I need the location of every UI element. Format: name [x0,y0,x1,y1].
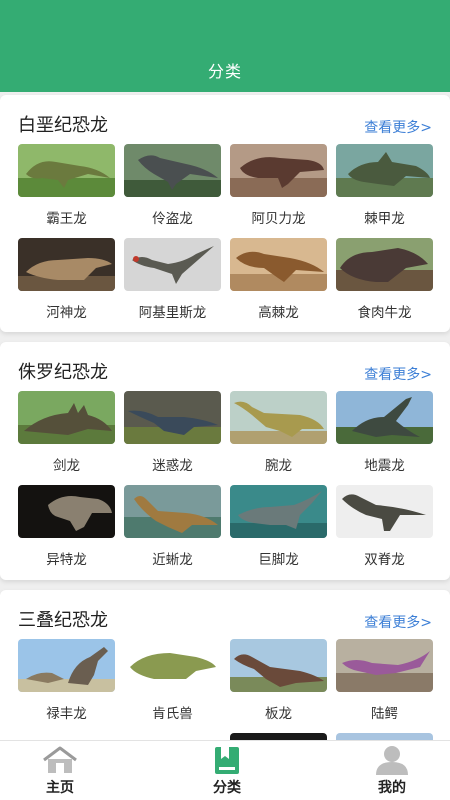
dinosaur-name: 近蜥龙 [152,552,193,568]
dinosaur-card[interactable]: 异特龙 [18,485,115,568]
section-triassic: 三叠纪恐龙 查看更多> 禄丰龙 肯氏兽 板龙 陆鳄 [0,590,450,740]
page-title: 分类 [207,62,242,81]
dinosaur-name: 腕龙 [265,458,292,474]
dinosaur-name: 霸王龙 [46,211,87,227]
dinosaur-name: 肯氏兽 [152,706,193,722]
dinosaur-card[interactable]: 高棘龙 [230,238,327,321]
dinosaur-card[interactable]: 阿基里斯龙 [124,238,221,321]
section-cretaceous: 白垩纪恐龙 查看更多> 霸王龙 伶盗龙 阿贝力龙 棘甲龙 河神龙 阿基里斯龙 高… [0,95,450,332]
tyrannosaurus-photo [18,144,115,197]
dinosaur-card[interactable]: 腕龙 [230,391,327,474]
dinosaur-card[interactable]: 伶盗龙 [124,144,221,227]
stegosaurus-photo [18,391,115,444]
dinosaur-name: 剑龙 [53,458,80,474]
dinosaur-card[interactable]: 迷惑龙 [124,391,221,474]
dinosaur-name: 巨脚龙 [258,552,299,568]
view-more-link[interactable]: 查看更多> [364,117,432,137]
dinosaur-card[interactable]: 近蜥龙 [124,485,221,568]
dinosaur-card[interactable]: 剑龙 [18,391,115,474]
anchisaurus-photo [124,485,221,538]
dinosaur-name: 阿基里斯龙 [138,305,207,321]
dinosaur-thumbnail [230,733,327,740]
user-icon [376,746,408,775]
header-bar: 分类 [0,0,450,92]
apatosaurus-photo [124,391,221,444]
dinosaur-name: 食肉牛龙 [357,305,412,321]
tab-label: 主页 [46,780,74,796]
lufengosaurus-photo [18,639,115,692]
dinosaur-name: 禄丰龙 [46,706,87,722]
carnotaurus-photo [336,238,433,291]
dinosaur-card[interactable]: 霸王龙 [18,144,115,227]
tab-label: 我的 [378,780,406,796]
dinosaur-card[interactable]: 河神龙 [18,238,115,321]
view-more-link[interactable]: 查看更多> [364,364,432,384]
dinosaur-card[interactable]: 巨脚龙 [230,485,327,568]
dinosaur-card[interactable]: 陆鳄 [336,639,433,722]
dilophosaurus-photo [336,485,433,538]
seismosaurus-photo [336,391,433,444]
home-icon [43,746,77,773]
acrocanthosaurus-photo [230,238,327,291]
dinosaur-card[interactable]: 板龙 [230,639,327,722]
section-title: 白垩纪恐龙 [18,115,108,136]
dinosaur-name: 高棘龙 [258,305,299,321]
book-icon [215,747,239,774]
acanthopholis-photo [336,144,433,197]
abelisaurus-photo [230,144,327,197]
dinosaur-card[interactable]: 食肉牛龙 [336,238,433,321]
category-list[interactable]: 白垩纪恐龙 查看更多> 霸王龙 伶盗龙 阿贝力龙 棘甲龙 河神龙 阿基里斯龙 高… [0,92,450,740]
tab-home[interactable]: 主页 [10,745,110,797]
dinosaur-name: 异特龙 [46,552,87,568]
dinosaur-card[interactable]: 双脊龙 [336,485,433,568]
dinosaur-card[interactable] [18,733,115,740]
dinosaur-name: 陆鳄 [371,706,398,722]
section-title: 三叠纪恐龙 [18,610,108,631]
achillobator-photo [124,238,221,291]
dinosaur-name: 阿贝力龙 [251,211,306,227]
section-title: 侏罗纪恐龙 [18,362,108,383]
dinosaur-name: 双脊龙 [364,552,405,568]
dinosaur-name: 板龙 [265,706,292,722]
dinosaur-name: 伶盗龙 [152,211,193,227]
dinosaur-card[interactable] [230,733,327,740]
tab-mine[interactable]: 我的 [342,745,442,797]
dinosaur-thumbnail [18,733,115,740]
tab-label: 分类 [213,780,241,796]
dinosaur-card[interactable]: 地震龙 [336,391,433,474]
potamosaurus-photo [18,238,115,291]
velociraptor-photo [124,144,221,197]
view-more-link[interactable]: 查看更多> [364,612,432,632]
dinosaur-thumbnail [336,733,433,740]
kannemeyeria-photo [124,639,221,692]
dinosaur-card[interactable]: 肯氏兽 [124,639,221,722]
terrestrisuchus-photo [336,639,433,692]
barapasaurus-photo [230,485,327,538]
dinosaur-card[interactable] [336,733,433,740]
bottom-tab-bar: 主页 分类 我的 [0,740,450,800]
allosaurus-photo [18,485,115,538]
section-jurassic: 侏罗纪恐龙 查看更多> 剑龙 迷惑龙 腕龙 地震龙 异特龙 近蜥龙 巨脚龙 双脊… [0,342,450,580]
dinosaur-name: 迷惑龙 [152,458,193,474]
dinosaur-card[interactable]: 阿贝力龙 [230,144,327,227]
tab-category[interactable]: 分类 [177,745,277,797]
dinosaur-name: 河神龙 [46,305,87,321]
dinosaur-name: 棘甲龙 [364,211,405,227]
plateosaurus-photo [230,639,327,692]
brachiosaurus-photo [230,391,327,444]
dinosaur-card[interactable]: 棘甲龙 [336,144,433,227]
dinosaur-card[interactable]: 禄丰龙 [18,639,115,722]
dinosaur-name: 地震龙 [364,458,405,474]
